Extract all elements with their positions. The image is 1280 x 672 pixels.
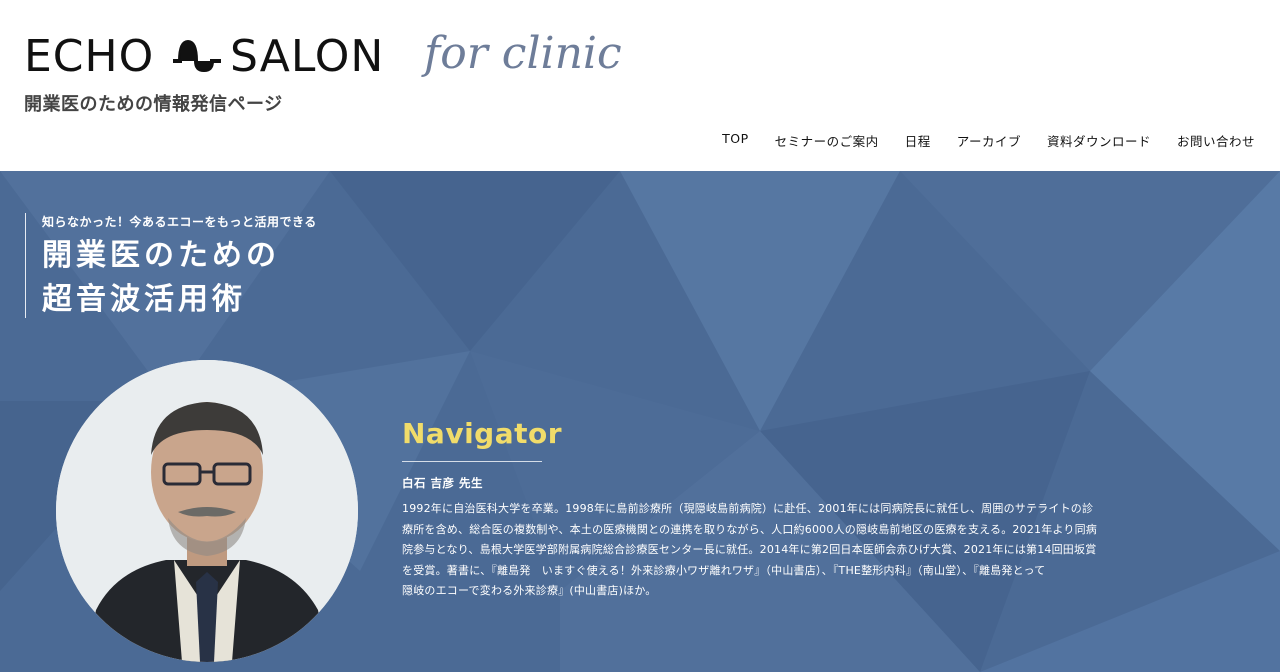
hero-section: 知らなかった！今あるエコーをもっと活用できる 開業医のための 超音波活用術 Na… — [0, 171, 1280, 672]
hero-title-line-2: 超音波活用術 — [42, 281, 246, 317]
bio-line: 1992年に自治医科大学を卒業。1998年に島前診療所（現隠岐島前病院）に赴任、… — [402, 502, 1094, 515]
nav-item-archive[interactable]: アーカイブ — [944, 131, 1034, 150]
nav-item-seminar[interactable]: セミナーのご案内 — [762, 131, 892, 150]
hero-title-block: 知らなかった！今あるエコーをもっと活用できる 開業医のための 超音波活用術 — [25, 213, 317, 318]
nav-item-top[interactable]: TOP — [709, 131, 762, 150]
main-nav: TOP セミナーのご案内 日程 アーカイブ 資料ダウンロード お問い合わせ — [709, 131, 1268, 150]
logo-tagline: for clinic — [424, 28, 622, 79]
site-header: ECHO SALON 開業医のための情報発信ページ for clinic TOP… — [0, 0, 1280, 171]
nav-item-download[interactable]: 資料ダウンロード — [1034, 131, 1164, 150]
wave-icon — [173, 39, 221, 73]
logo-word-echo: ECHO — [24, 31, 155, 82]
logo-word-salon: SALON — [230, 31, 385, 82]
nav-item-schedule[interactable]: 日程 — [892, 131, 944, 150]
hero-title-line-1: 開業医のための — [42, 238, 280, 273]
hero-title: 開業医のための 超音波活用術 — [42, 234, 317, 321]
bio-line: 院参与となり、島根大学医学部附属病院総合診療医センター長に就任。2014年に第2… — [402, 543, 1097, 557]
bio-line: 隠岐のエコーで変わる外来診療』(中山書店)ほか。 — [402, 584, 657, 598]
navigator-portrait-image — [56, 360, 358, 662]
navigator-divider — [402, 461, 542, 462]
navigator-portrait — [56, 360, 358, 662]
navigator-name: 白石 吉彦 先生 — [402, 476, 484, 490]
bio-line: を受賞。著書に、『離島発 いますぐ使える！外来診療小ワザ離れワザ』（中山書店）、… — [402, 563, 1046, 577]
nav-item-contact[interactable]: お問い合わせ — [1164, 131, 1268, 150]
hero-kicker: 知らなかった！今あるエコーをもっと活用できる — [42, 215, 317, 229]
navigator-label: Navigator — [402, 417, 563, 450]
bio-line: 療所を含め、総合医の複数制や、本土の医療機関との連携を取りながら、人口約6000… — [402, 522, 1097, 536]
navigator-bio: 1992年に自治医科大学を卒業。1998年に島前診療所（現隠岐島前病院）に赴任、… — [402, 499, 1162, 602]
site-logo[interactable]: ECHO SALON 開業医のための情報発信ページ — [24, 30, 404, 120]
logo-subtitle: 開業医のための情報発信ページ — [24, 94, 283, 115]
